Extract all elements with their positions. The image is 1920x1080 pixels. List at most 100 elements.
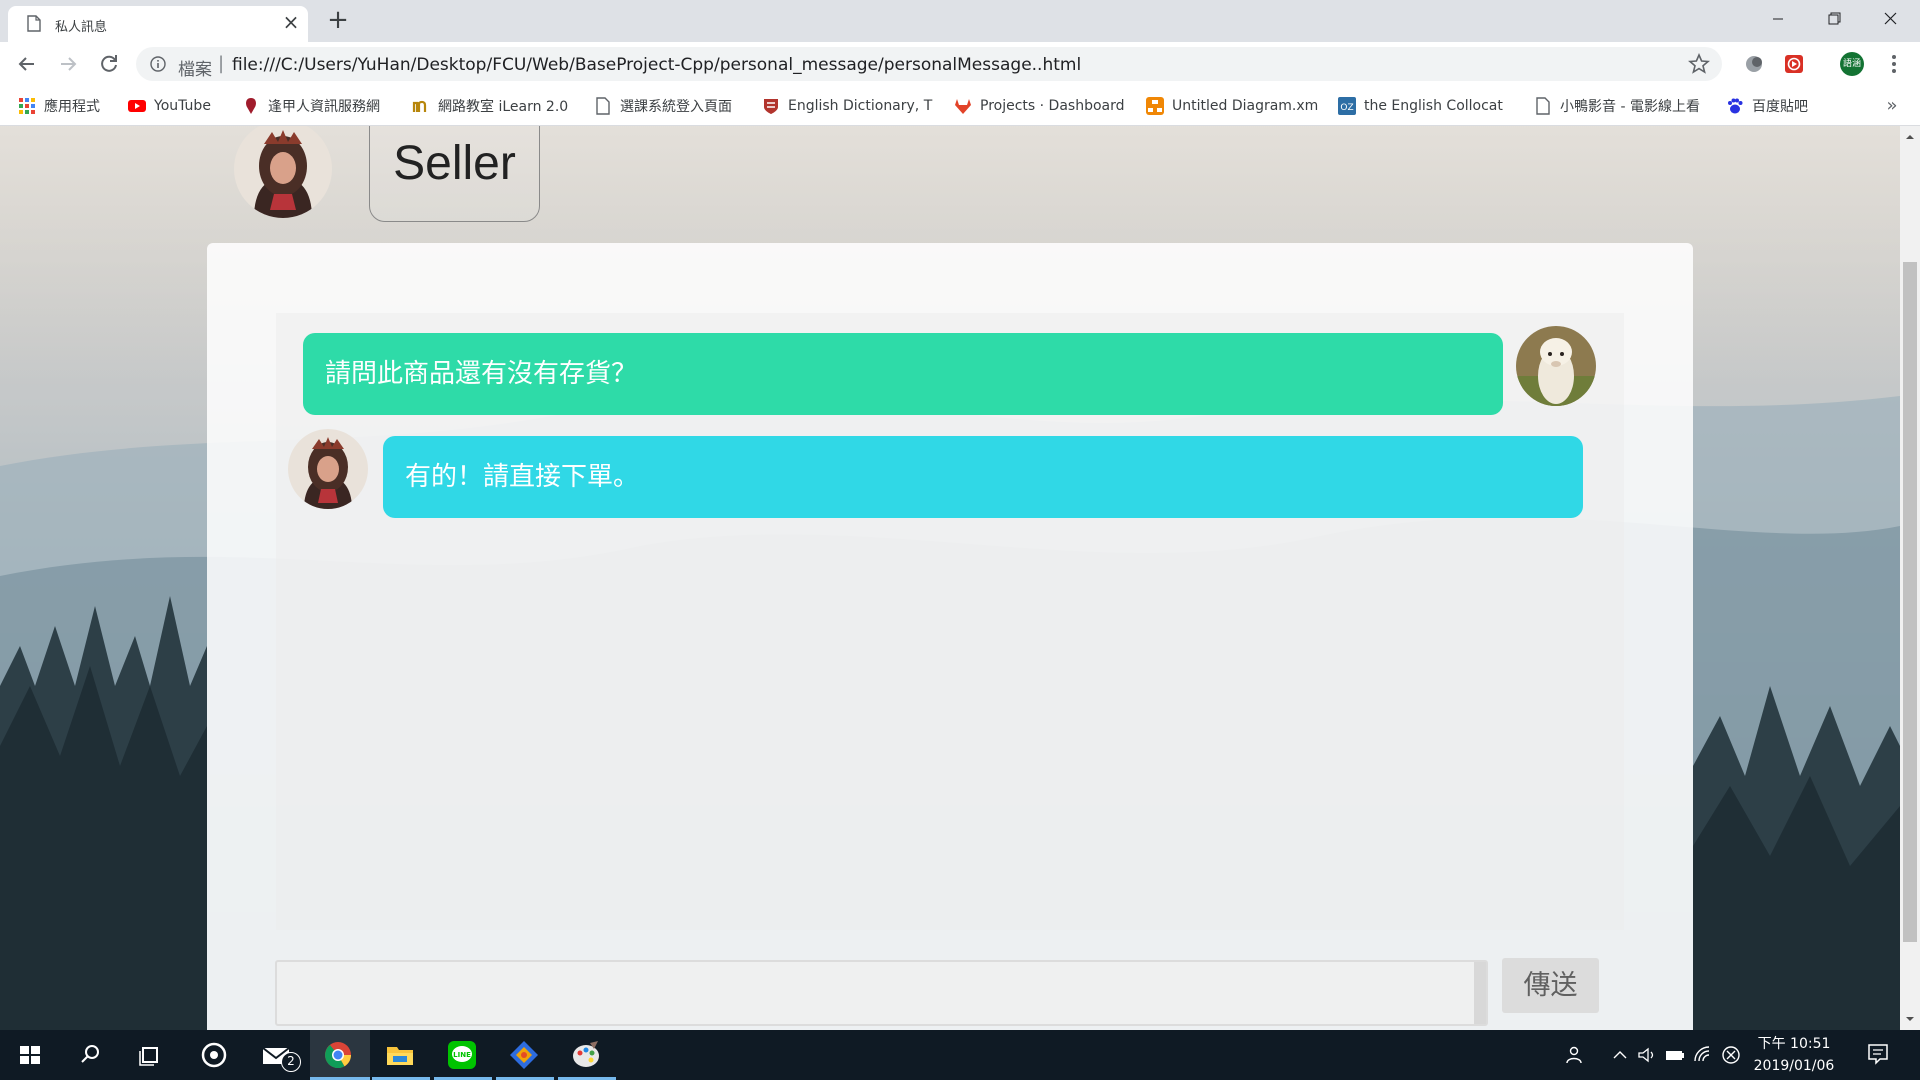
page-icon: [1536, 97, 1550, 115]
bookmark-label: English Dictionary, T: [788, 98, 933, 114]
people-icon[interactable]: [1563, 1045, 1583, 1065]
bookmark-gitlab[interactable]: Projects · Dashboard: [954, 94, 1126, 118]
search-button[interactable]: [62, 1030, 118, 1080]
taskbar-file-explorer[interactable]: [372, 1030, 430, 1080]
folder-icon: [387, 1047, 413, 1065]
message-input-scrollbar[interactable]: [1474, 962, 1486, 1024]
bookmark-course-system[interactable]: 選課系統登入頁面: [594, 94, 732, 118]
svg-text:OZ: OZ: [1340, 103, 1353, 113]
send-button[interactable]: 傳送: [1502, 958, 1599, 1013]
taskbar-paint[interactable]: [558, 1030, 616, 1080]
taskbar-app-target[interactable]: [186, 1030, 242, 1080]
page-scrollbar-thumb[interactable]: [1903, 262, 1917, 942]
forward-arrow-icon[interactable]: [54, 50, 82, 78]
buyer-avatar[interactable]: [1516, 326, 1596, 406]
address-url[interactable]: file:///C:/Users/YuHan/Desktop/FCU/Web/B…: [232, 55, 1081, 75]
taskbar-clock[interactable]: 下午 10:51 2019/01/06: [1744, 1033, 1844, 1077]
bookmark-star-icon[interactable]: [1688, 53, 1710, 75]
seller-message-avatar[interactable]: [288, 429, 368, 509]
bookmark-fcu[interactable]: 逢甲人資訊服務網: [242, 94, 380, 118]
battery-icon[interactable]: [1665, 1045, 1685, 1065]
line-app-icon: LINE: [448, 1041, 476, 1069]
volume-icon[interactable]: [1637, 1045, 1657, 1065]
search-icon: [81, 1045, 99, 1063]
more-menu-icon[interactable]: [1884, 52, 1904, 76]
apps-grid-icon: [19, 98, 35, 114]
close-tab-icon[interactable]: ×: [280, 11, 302, 33]
seller-name-box: Seller: [369, 126, 540, 222]
bookmark-duck-video[interactable]: 小鴨影音 - 電影線上看: [1534, 94, 1706, 118]
address-bar[interactable]: 檔案 | file:///C:/Users/YuHan/Desktop/FCU/…: [136, 47, 1722, 81]
bookmark-label: 百度貼吧: [1752, 99, 1808, 115]
bookmark-collocation[interactable]: OZ the English Collocat: [1338, 94, 1510, 118]
close-window-button[interactable]: [1862, 0, 1918, 38]
info-icon[interactable]: [150, 56, 166, 72]
message-input[interactable]: [275, 960, 1488, 1026]
fcu-icon: [246, 98, 256, 114]
bookmark-label: Projects · Dashboard: [980, 98, 1125, 114]
tab-title: 私人訊息: [55, 20, 108, 35]
bookmark-label: 網路教室 iLearn 2.0: [438, 99, 569, 115]
bookmark-ilearn[interactable]: 網路教室 iLearn 2.0: [412, 94, 568, 118]
screencast-extension-icon[interactable]: [1784, 54, 1804, 74]
extension-icon[interactable]: [1744, 54, 1764, 74]
mail-badge: 2: [281, 1052, 301, 1072]
paint-palette-icon: [573, 1041, 599, 1067]
bookmark-label: YouTube: [154, 98, 211, 114]
gitlab-icon: [955, 99, 971, 114]
browser-toolbar: 檔案 | file:///C:/Users/YuHan/Desktop/FCU/…: [0, 42, 1920, 86]
bookmark-apps[interactable]: 應用程式: [18, 94, 100, 118]
taskbar-sourcetree[interactable]: [496, 1030, 554, 1080]
bookmark-label: 選課系統登入頁面: [620, 99, 732, 115]
wifi-icon[interactable]: [1693, 1045, 1713, 1065]
chrome-icon: [325, 1042, 352, 1069]
bookmark-label: 應用程式: [44, 99, 100, 115]
bookmarks-bar: 應用程式 YouTube 逢甲人資訊服務網 網路教室 iLearn 2.0 選課…: [0, 86, 1920, 126]
svg-text:LINE: LINE: [453, 1051, 471, 1059]
start-button[interactable]: [2, 1030, 58, 1080]
chevron-up-icon[interactable]: [1610, 1045, 1630, 1065]
page-icon: [27, 15, 41, 32]
bookmark-english-dictionary[interactable]: English Dictionary, T: [762, 94, 934, 118]
windows-logo-icon: [20, 1046, 40, 1064]
notification-center-icon[interactable]: [1866, 1042, 1890, 1066]
ilearn-icon: [412, 100, 427, 112]
task-view-icon: [139, 1047, 158, 1066]
new-tab-button[interactable]: +: [324, 6, 352, 34]
taskbar-chrome[interactable]: [310, 1030, 370, 1080]
address-scheme-label: 檔案: [178, 60, 212, 80]
seller-message-bubble: 有的！請直接下單。: [383, 436, 1583, 518]
restore-window-button[interactable]: [1806, 0, 1862, 38]
bookmark-label: 逢甲人資訊服務網: [268, 99, 380, 115]
reload-icon[interactable]: [95, 50, 123, 78]
clock-date: 2019/01/06: [1753, 1058, 1835, 1074]
bookmarks-overflow-icon[interactable]: »: [1880, 94, 1904, 118]
page-icon: [596, 97, 610, 115]
git-app-icon: [510, 1041, 538, 1069]
clock-time: 下午 10:51: [1757, 1036, 1831, 1052]
seller-photo-image: [288, 429, 368, 509]
bookmark-youtube[interactable]: YouTube: [128, 94, 211, 118]
tab-strip: 私人訊息 × +: [0, 0, 1920, 42]
scroll-up-arrow-icon[interactable]: [1904, 131, 1916, 143]
cambridge-icon: [764, 99, 778, 114]
browser-tab[interactable]: 私人訊息 ×: [8, 6, 308, 42]
back-arrow-icon[interactable]: [13, 50, 41, 78]
task-view-button[interactable]: [122, 1030, 178, 1080]
drawio-icon: [1146, 97, 1164, 115]
youtube-icon: [128, 100, 146, 112]
bookmark-drawio[interactable]: Untitled Diagram.xm: [1146, 94, 1318, 118]
taskbar-line[interactable]: LINE: [434, 1030, 492, 1080]
profile-avatar[interactable]: 語涵: [1840, 52, 1864, 76]
network-disconnected-icon[interactable]: [1721, 1045, 1741, 1065]
scroll-down-arrow-icon[interactable]: [1904, 1013, 1916, 1025]
target-app-icon: [201, 1042, 227, 1068]
bookmark-label: the English Collocat: [1364, 98, 1503, 114]
buyer-message-bubble: 請問此商品還有沒有存貨？: [303, 333, 1503, 415]
minimize-window-button[interactable]: [1750, 0, 1806, 38]
oz-icon: OZ: [1338, 97, 1356, 115]
baidu-icon: [1728, 98, 1743, 114]
alpaca-photo-image: [1516, 326, 1596, 406]
bookmark-baidu[interactable]: 百度貼吧: [1726, 94, 1808, 118]
address-separator: |: [218, 53, 225, 74]
